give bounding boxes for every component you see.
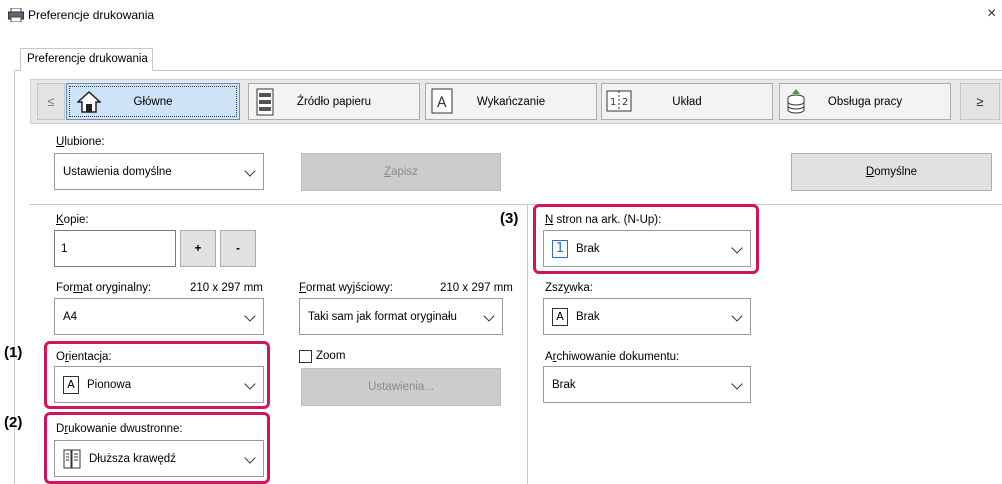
output-size-select[interactable]: Taki sam jak format oryginału bbox=[299, 298, 503, 335]
duplex-book-icon bbox=[63, 449, 81, 468]
nup-select[interactable]: 1 Brak bbox=[543, 230, 751, 267]
orientation-select[interactable]: A Pionowa bbox=[54, 366, 264, 403]
one-page-icon: 1 bbox=[552, 239, 568, 258]
chevron-down-icon bbox=[483, 310, 495, 322]
chevron-down-icon bbox=[731, 310, 743, 322]
duplex-select[interactable]: Dłuższa krawędź bbox=[54, 440, 264, 477]
orientation-value: Pionowa bbox=[87, 378, 132, 391]
toolbar-prev-button[interactable]: ≤ bbox=[37, 83, 65, 120]
favorites-select[interactable]: Ustawienia domyślne bbox=[54, 153, 264, 190]
callout-1: (1) bbox=[4, 344, 23, 361]
chevron-down-icon bbox=[244, 310, 256, 322]
tab-paper-source[interactable]: Źródło papieru bbox=[248, 83, 420, 120]
tab-job-handling[interactable]: Obsługa pracy bbox=[779, 83, 951, 120]
output-size-label: Format wyjściowy: bbox=[299, 282, 393, 294]
printer-icon bbox=[8, 8, 24, 22]
tab-finishing[interactable]: A Wykańczanie bbox=[425, 83, 597, 120]
defaults-button[interactable]: Domyślne bbox=[791, 153, 992, 191]
zoom-settings-button[interactable]: Ustawienia... bbox=[301, 368, 501, 406]
chevron-down-icon bbox=[244, 165, 256, 177]
favorites-label: Ulubione: bbox=[56, 136, 105, 148]
tab-finishing-label: Wykańczanie bbox=[476, 95, 546, 108]
callout-2: (2) bbox=[4, 414, 23, 431]
tab-main[interactable]: Główne bbox=[66, 83, 240, 120]
copies-plus-button[interactable]: + bbox=[180, 230, 216, 267]
nup-label: N stron na ark. (N-Up): bbox=[545, 214, 662, 226]
orientation-label: Orientacja: bbox=[56, 351, 112, 363]
tab-job-handling-label: Obsługa pracy bbox=[827, 95, 903, 108]
zoom-label: Zoom bbox=[316, 350, 346, 362]
copies-label: Kopie: bbox=[56, 214, 89, 226]
staple-value: Brak bbox=[576, 310, 600, 323]
save-button-label: Zapisz bbox=[384, 166, 418, 178]
chevron-down-icon bbox=[731, 378, 743, 390]
tab-layout[interactable]: 1 2 Układ bbox=[601, 83, 773, 120]
tab-main-label: Główne bbox=[133, 95, 173, 108]
close-icon[interactable]: × bbox=[987, 5, 996, 23]
original-size-dims: 210 x 297 mm bbox=[190, 282, 263, 294]
nup-value: Brak bbox=[576, 242, 600, 255]
archive-value: Brak bbox=[552, 378, 576, 391]
save-button[interactable]: Zapisz bbox=[301, 153, 501, 191]
tab-layout-label: Układ bbox=[672, 95, 702, 108]
divider bbox=[30, 204, 1002, 205]
tab-print-preferences[interactable]: Preferencje drukowania bbox=[20, 48, 153, 71]
copies-minus-button[interactable]: - bbox=[220, 230, 256, 267]
original-size-value: A4 bbox=[63, 310, 78, 323]
output-size-dims: 210 x 297 mm bbox=[440, 282, 513, 294]
original-size-label: Format oryginalny: bbox=[56, 282, 152, 294]
defaults-button-label: Domyślne bbox=[865, 166, 918, 178]
archive-select[interactable]: Brak bbox=[543, 366, 751, 403]
zoom-checkbox[interactable] bbox=[299, 350, 312, 363]
column-divider bbox=[527, 204, 528, 484]
copies-input[interactable]: 1 bbox=[54, 230, 176, 267]
staple-select[interactable]: A Brak bbox=[543, 298, 751, 335]
chevron-down-icon bbox=[731, 242, 743, 254]
toolbar-next-button[interactable]: ≥ bbox=[960, 83, 1000, 120]
portrait-page-icon: A bbox=[63, 375, 79, 394]
duplex-label: Drukowanie dwustronne: bbox=[56, 423, 183, 435]
chevron-down-icon bbox=[244, 452, 256, 464]
favorites-value: Ustawienia domyślne bbox=[63, 165, 172, 178]
document-A-icon: A bbox=[552, 307, 568, 326]
original-size-select[interactable]: A4 bbox=[54, 298, 264, 335]
duplex-value: Dłuższa krawędź bbox=[89, 452, 176, 465]
callout-3: (3) bbox=[500, 210, 519, 227]
staple-label: Zszywka: bbox=[545, 282, 593, 294]
tab-paper-source-label: Źródło papieru bbox=[296, 95, 372, 108]
window-title: Preferencje drukowania bbox=[28, 8, 155, 22]
output-size-value: Taki sam jak format oryginału bbox=[308, 310, 457, 323]
chevron-down-icon bbox=[244, 378, 256, 390]
archive-label: Archiwowanie dokumentu: bbox=[545, 351, 680, 363]
